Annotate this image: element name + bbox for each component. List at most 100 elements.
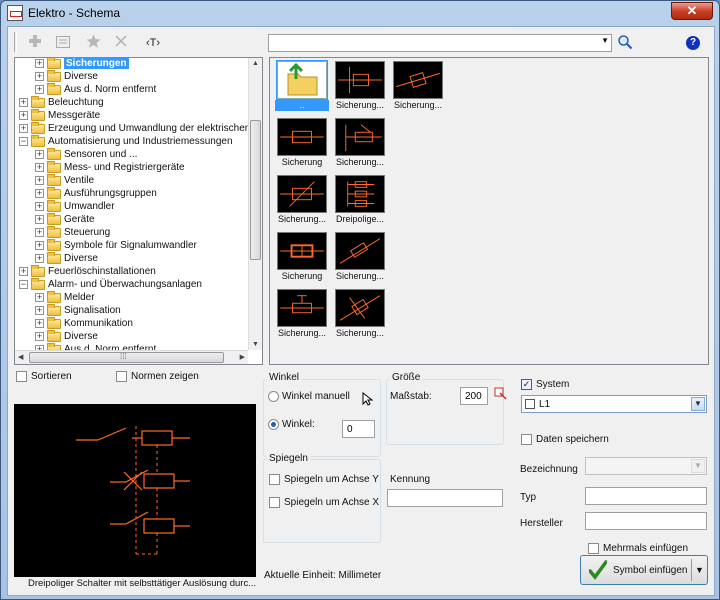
symbol-tile[interactable]: ..	[275, 60, 329, 112]
tree-item[interactable]: + Aus d. Norm entfernt	[35, 82, 156, 96]
expand-icon[interactable]: +	[35, 241, 44, 250]
expand-icon[interactable]: +	[35, 72, 44, 81]
tree-item[interactable]: + Mess- und Registriergeräte	[35, 160, 185, 174]
chevron-down-icon[interactable]: ▼	[695, 565, 704, 575]
collapse-icon[interactable]: −	[19, 137, 28, 146]
angle-field[interactable]	[342, 420, 375, 438]
tree-item[interactable]: − Automatisierung und Industriemessungen	[19, 134, 233, 148]
angle-radio[interactable]: Winkel:	[268, 419, 315, 430]
expand-icon[interactable]: +	[19, 98, 28, 107]
tree-item[interactable]: + Sensoren und ...	[35, 147, 137, 161]
scale-pick-icon[interactable]	[494, 387, 508, 404]
multi-insert-checkbox[interactable]: Mehrmals einfügen	[588, 543, 688, 554]
checkbox-box[interactable]	[521, 434, 532, 445]
checkbox-box[interactable]: ✓	[521, 379, 532, 390]
expand-icon[interactable]: +	[35, 319, 44, 328]
checkbox-box[interactable]	[116, 371, 127, 382]
x-icon[interactable]	[112, 34, 130, 52]
tree-item[interactable]: + Umwandler	[35, 199, 115, 213]
expand-icon[interactable]: +	[35, 150, 44, 159]
tree-item[interactable]: + Erzeugung und Umwandlung der elektrisch…	[19, 121, 262, 135]
search-icon[interactable]	[617, 34, 633, 50]
layer-combobox[interactable]: L1 ▼	[521, 395, 707, 413]
chevron-down-icon[interactable]: ▼	[601, 36, 609, 45]
scroll-up-icon[interactable]: ▲	[252, 60, 259, 67]
chevron-down-icon[interactable]: ▼	[691, 459, 705, 473]
tree-item[interactable]: + Symbole für Signalumwandler	[35, 238, 197, 252]
chevron-down-icon[interactable]: ▼	[691, 397, 705, 411]
radio-dot[interactable]	[268, 419, 279, 430]
symbol-tile[interactable]: Sicherung...	[333, 288, 387, 340]
expand-icon[interactable]: +	[35, 215, 44, 224]
close-button[interactable]: ✕	[671, 2, 713, 20]
radio-dot[interactable]	[268, 391, 279, 402]
symbol-tile[interactable]: Sicherung...	[391, 60, 445, 112]
properties-icon[interactable]	[54, 34, 72, 52]
expand-icon[interactable]: +	[35, 59, 44, 68]
symbol-tile[interactable]: Sicherung...	[333, 231, 387, 283]
expand-icon[interactable]: +	[35, 176, 44, 185]
scroll-down-icon[interactable]: ▼	[252, 341, 259, 348]
expand-icon[interactable]: +	[35, 293, 44, 302]
tree-item[interactable]: + Diverse	[35, 329, 98, 343]
tree-item[interactable]: + Diverse	[35, 69, 98, 83]
tree-item[interactable]: + Geräte	[35, 212, 95, 226]
checkbox-box[interactable]	[588, 543, 599, 554]
save-data-checkbox[interactable]: Daten speichern	[521, 434, 609, 445]
scale-input[interactable]	[461, 388, 487, 404]
plus-icon[interactable]	[26, 34, 44, 52]
scroll-left-icon[interactable]: ◀	[18, 353, 23, 361]
identifier-field[interactable]	[387, 489, 503, 507]
expand-icon[interactable]: +	[35, 228, 44, 237]
expand-icon[interactable]: +	[35, 332, 44, 341]
checkbox-box[interactable]	[269, 474, 280, 485]
checkbox-box[interactable]	[16, 371, 27, 382]
tree-item[interactable]: + Feuerlöschinstallationen	[19, 264, 156, 278]
tree-item[interactable]: + Sicherungen	[35, 58, 129, 70]
expand-icon[interactable]: +	[19, 111, 28, 120]
tree-item[interactable]: − Alarm- und Überwachungsanlagen	[19, 277, 202, 291]
tree-item[interactable]: + Kommunikation	[35, 316, 133, 330]
tree-item[interactable]: + Messgeräte	[19, 108, 100, 122]
expand-icon[interactable]: +	[35, 85, 44, 94]
star-icon[interactable]	[84, 34, 102, 52]
expand-icon[interactable]: +	[19, 124, 28, 133]
expand-icon[interactable]: +	[35, 306, 44, 315]
category-tree[interactable]: + Sicherungen + Diverse + Aus d. Norm entfern…	[14, 57, 263, 365]
symbol-tile[interactable]: Sicherung...	[333, 117, 387, 169]
symbol-tile[interactable]: Sicherung...	[275, 174, 329, 226]
search-combobox[interactable]: ▼	[268, 34, 612, 52]
tree-item[interactable]: + Diverse	[35, 251, 98, 265]
manufacturer-field[interactable]	[585, 512, 707, 530]
angle-input[interactable]	[343, 421, 374, 437]
tree-item[interactable]: + Steuerung	[35, 225, 110, 239]
mirror-y-checkbox[interactable]: Spiegeln um Achse Y	[269, 474, 379, 485]
symbol-tile[interactable]: Sicherung	[275, 117, 329, 169]
scroll-thumb[interactable]: ⁞⁞⁞	[29, 352, 224, 363]
tree-item[interactable]: + Signalisation	[35, 303, 121, 317]
show-norms-checkbox[interactable]: Normen zeigen	[116, 371, 199, 382]
tree-item[interactable]: + Ausführungsgruppen	[35, 186, 157, 200]
text-tool-button[interactable]: ‹T›	[142, 34, 164, 52]
scroll-right-icon[interactable]: ▶	[240, 353, 245, 361]
symbol-tile[interactable]: Dreipolige...	[333, 174, 387, 226]
tree-item[interactable]: + Melder	[35, 290, 95, 304]
checkbox-box[interactable]	[269, 497, 280, 508]
tree-item[interactable]: + Ventile	[35, 173, 94, 187]
manual-angle-radio[interactable]: Winkel manuell	[268, 391, 350, 402]
expand-icon[interactable]: +	[35, 254, 44, 263]
sort-checkbox[interactable]: Sortieren	[16, 371, 72, 382]
symbol-tile[interactable]: Sicherung	[275, 231, 329, 283]
symbol-tile[interactable]: Sicherung...	[275, 288, 329, 340]
manufacturer-input[interactable]	[586, 513, 706, 529]
expand-icon[interactable]: +	[35, 163, 44, 172]
system-checkbox[interactable]: ✓ System	[521, 379, 569, 390]
insert-symbol-button[interactable]: Symbol einfügen ▼	[580, 555, 708, 585]
scale-field[interactable]	[460, 387, 488, 405]
scroll-thumb[interactable]	[250, 120, 261, 260]
tree-vertical-scrollbar[interactable]: ▲ ▼	[248, 58, 262, 350]
expand-icon[interactable]: +	[19, 267, 28, 276]
expand-icon[interactable]: +	[35, 202, 44, 211]
collapse-icon[interactable]: −	[19, 280, 28, 289]
help-icon[interactable]: ?	[686, 36, 700, 50]
